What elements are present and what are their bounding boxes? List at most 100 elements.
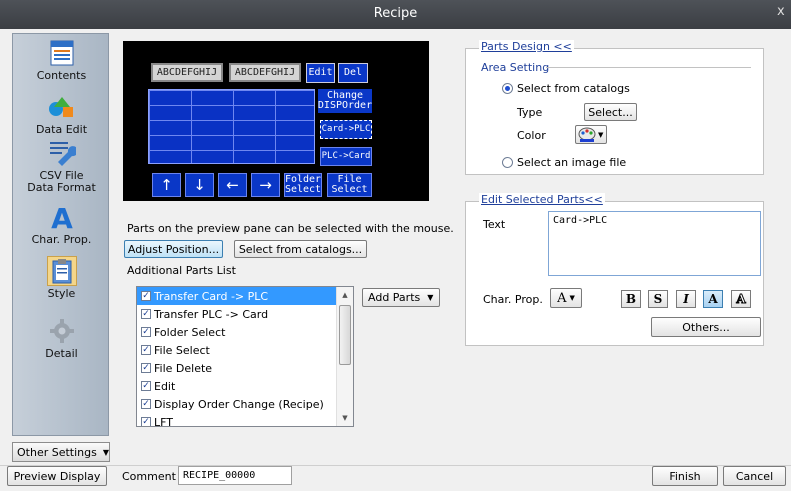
palette-icon xyxy=(578,127,596,142)
list-item-label: Transfer Card -> PLC xyxy=(154,289,269,303)
list-item-label: File Select xyxy=(154,343,210,357)
color-label: Color xyxy=(517,129,546,142)
select-image-file-label: Select an image file xyxy=(517,156,627,169)
checkbox-checked-icon[interactable]: ✓ xyxy=(141,417,151,426)
preview-up-arrow-icon[interactable]: ↑ xyxy=(152,173,181,197)
sidebar-item-data-edit[interactable]: Data Edit xyxy=(13,92,110,136)
comment-label: Comment xyxy=(122,470,176,483)
bold-button[interactable]: B xyxy=(621,290,641,308)
select-from-catalogs-label: Select from catalogs xyxy=(517,82,630,95)
adjust-position-button[interactable]: Adjust Position... xyxy=(124,240,223,258)
sidebar-item-detail[interactable]: Detail xyxy=(13,316,110,360)
checkbox-checked-icon[interactable]: ✓ xyxy=(141,309,151,319)
preview-edit-button[interactable]: Edit xyxy=(306,63,335,83)
sidebar-item-label: Data Format xyxy=(27,181,96,194)
list-item[interactable]: ✓ File Select xyxy=(137,341,353,359)
preview-plc-card-button[interactable]: PLC->Card xyxy=(320,147,372,166)
select-from-catalogs-button[interactable]: Select from catalogs... xyxy=(234,240,367,258)
sidebar-item-label: Detail xyxy=(45,347,78,360)
sidebar-item-label: Data Edit xyxy=(35,123,88,136)
char-prop-label: Char. Prop. xyxy=(483,293,543,306)
list-scrollbar[interactable]: ▲ ▼ xyxy=(336,287,353,426)
gear-icon xyxy=(47,316,77,346)
area-setting-divider xyxy=(546,67,751,68)
text-field[interactable]: Card->PLC xyxy=(548,211,761,276)
char-prop-dropdown[interactable]: A ▼ xyxy=(550,288,582,308)
list-item[interactable]: ✓ File Delete xyxy=(137,359,353,377)
preview-folder-select-button[interactable]: Folder Select xyxy=(284,173,322,197)
list-item-label: File Delete xyxy=(154,361,213,375)
shadow-button[interactable]: S xyxy=(648,290,668,308)
letter-a-icon: A xyxy=(47,202,77,232)
select-image-file-radio[interactable] xyxy=(502,157,513,168)
additional-parts-label: Additional Parts List xyxy=(127,264,236,277)
scroll-up-icon[interactable]: ▲ xyxy=(337,287,353,303)
others-button[interactable]: Others... xyxy=(651,317,761,337)
sidebar-item-label: Style xyxy=(47,287,76,300)
additional-parts-list[interactable]: ✓ Transfer Card -> PLC ✓ Transfer PLC -> C… xyxy=(136,286,354,427)
scroll-down-icon[interactable]: ▼ xyxy=(337,410,353,426)
preview-left-arrow-icon[interactable]: ← xyxy=(218,173,247,197)
preview-down-arrow-icon[interactable]: ↓ xyxy=(185,173,214,197)
type-label: Type xyxy=(517,106,543,119)
area-setting-label: Area Setting xyxy=(481,61,550,74)
clipboard-icon xyxy=(46,256,77,286)
list-item-label: Folder Select xyxy=(154,325,226,339)
add-parts-button[interactable]: Add Parts ▼ xyxy=(362,288,440,307)
wrench-icon xyxy=(47,138,77,168)
checkbox-checked-icon[interactable]: ✓ xyxy=(141,291,151,301)
chevron-down-icon: ▼ xyxy=(569,294,575,302)
preview-display-key-2[interactable]: ABCDEFGHIJ xyxy=(229,63,301,82)
preview-display-button[interactable]: Preview Display xyxy=(7,466,107,486)
preview-del-button[interactable]: Del xyxy=(338,63,368,83)
checkbox-checked-icon[interactable]: ✓ xyxy=(141,345,151,355)
window-title: Recipe xyxy=(373,6,418,21)
chevron-down-icon: ▼ xyxy=(427,293,434,302)
text-label: Text xyxy=(483,218,506,231)
preview-pane[interactable]: ABCDEFGHIJ ABCDEFGHIJ Edit Del Change DIS… xyxy=(123,41,429,201)
preview-display-key-1[interactable]: ABCDEFGHIJ xyxy=(151,63,223,82)
sidebar-item-style[interactable]: Style xyxy=(13,256,110,300)
outline-button[interactable]: A xyxy=(703,290,723,308)
svg-text:A: A xyxy=(51,203,73,231)
sidebar-item-char-prop[interactable]: A Char. Prop. xyxy=(13,202,110,246)
list-item[interactable]: ✓ Transfer Card -> PLC xyxy=(137,287,353,305)
preview-folder-line2: Select xyxy=(284,184,322,195)
preview-data-grid[interactable] xyxy=(148,89,315,164)
preview-file-select-button[interactable]: File Select xyxy=(327,173,372,197)
finish-button[interactable]: Finish xyxy=(652,466,718,486)
list-item[interactable]: ✓ Transfer PLC -> Card xyxy=(137,305,353,323)
list-item-label: Edit xyxy=(154,379,176,393)
checkbox-checked-icon[interactable]: ✓ xyxy=(141,363,151,373)
cancel-button[interactable]: Cancel xyxy=(723,466,786,486)
preview-hint-text: Parts on the preview pane can be selecte… xyxy=(127,222,454,235)
italic-button[interactable]: I xyxy=(676,290,696,308)
parts-design-title[interactable]: Parts Design << xyxy=(479,40,574,53)
list-item[interactable]: ✓ Edit xyxy=(137,377,353,395)
preview-right-arrow-icon[interactable]: → xyxy=(251,173,280,197)
preview-file-line2: Select xyxy=(331,184,368,195)
type-select-button[interactable]: Select... xyxy=(584,103,637,121)
edit-selected-parts-title[interactable]: Edit Selected Parts<< xyxy=(479,193,605,206)
preview-card-plc-button[interactable]: Card->PLC xyxy=(320,120,372,139)
list-item[interactable]: ✓ Folder Select xyxy=(137,323,353,341)
sidebar-item-csv-file-data-format[interactable]: CSV File Data Format xyxy=(13,138,110,194)
other-settings-button[interactable]: Other Settings ▼ xyxy=(12,442,110,462)
comment-field[interactable]: RECIPE_00000 xyxy=(178,466,292,485)
checkbox-checked-icon[interactable]: ✓ xyxy=(141,399,151,409)
list-item[interactable]: ✓ Display Order Change (Recipe) xyxy=(137,395,353,413)
emboss-button[interactable]: A xyxy=(731,290,751,308)
sidebar-item-contents[interactable]: Contents xyxy=(13,38,110,82)
select-from-catalogs-radio[interactable] xyxy=(502,83,513,94)
chevron-down-icon: ▼ xyxy=(598,130,604,139)
scroll-thumb[interactable] xyxy=(339,305,351,365)
char-prop-value: A xyxy=(557,290,567,306)
color-picker-button[interactable]: ▼ xyxy=(575,125,607,144)
close-icon[interactable]: x xyxy=(777,4,791,19)
data-edit-icon xyxy=(47,92,77,122)
list-item-label: Display Order Change (Recipe) xyxy=(154,397,324,411)
list-item[interactable]: ✓ LFT xyxy=(137,413,353,426)
checkbox-checked-icon[interactable]: ✓ xyxy=(141,327,151,337)
checkbox-checked-icon[interactable]: ✓ xyxy=(141,381,151,391)
preview-change-order-button[interactable]: Change DISPOrder xyxy=(318,89,372,113)
